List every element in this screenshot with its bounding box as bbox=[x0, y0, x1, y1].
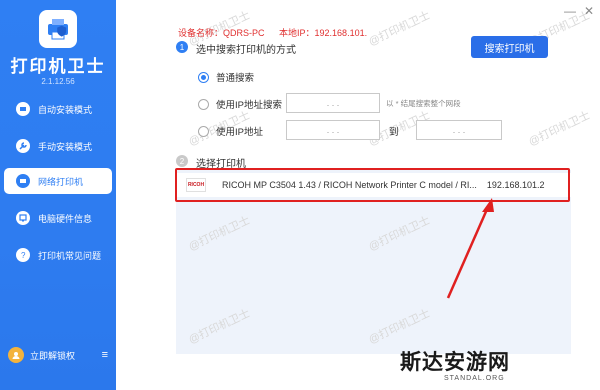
vip-label[interactable]: 立即解锁权 bbox=[30, 349, 75, 362]
brand-name: 斯达安游网 bbox=[400, 350, 510, 374]
sidebar-item-label: 网络打印机 bbox=[38, 176, 84, 187]
sidebar-item-hardware-info[interactable]: 电脑硬件信息 bbox=[4, 205, 112, 231]
sidebar-item-label: 自动安装模式 bbox=[38, 104, 93, 115]
sidebar-item-faq[interactable]: ? 打印机常见问题 bbox=[4, 242, 112, 268]
sidebar-item-label: 打印机常见问题 bbox=[38, 250, 102, 261]
sidebar-item-auto-install[interactable]: 自动安装模式 bbox=[4, 96, 112, 122]
range-to-label: 到 bbox=[389, 127, 399, 138]
brand-url: STANDAL.ORG bbox=[444, 375, 505, 382]
close-button[interactable]: ✕ bbox=[584, 4, 594, 18]
radio-ip-range[interactable]: 使用IP地址 bbox=[198, 124, 263, 138]
minimize-button[interactable]: — bbox=[564, 4, 576, 18]
sidebar-item-label: 电脑硬件信息 bbox=[38, 213, 93, 224]
radio-normal-search[interactable]: 普通搜索 bbox=[198, 70, 254, 84]
radio-label: 使用IP地址 bbox=[216, 127, 263, 138]
radio-label: 普通搜索 bbox=[216, 73, 255, 84]
sidebar-item-manual-install[interactable]: 手动安装模式 bbox=[4, 133, 112, 159]
ip-range-end-input[interactable]: . . . bbox=[416, 120, 502, 140]
ip-dots: . . . bbox=[326, 125, 340, 135]
radio-label: 使用IP地址搜索 bbox=[216, 100, 282, 111]
sidebar-item-label: 手动安装模式 bbox=[38, 141, 93, 152]
step-2-badge: 2 bbox=[176, 155, 188, 167]
radio-button[interactable] bbox=[198, 98, 209, 110]
device-name: 设备名称：QDRS-PC bbox=[178, 28, 265, 38]
ip-range-start-input[interactable]: . . . bbox=[286, 120, 380, 140]
step-1-label: 选中搜索打印机的方式 bbox=[196, 45, 296, 56]
ip-search-input[interactable]: . . . bbox=[286, 93, 380, 113]
radio-button[interactable] bbox=[198, 71, 209, 83]
radio-button[interactable] bbox=[198, 125, 209, 137]
radio-ip-search[interactable]: 使用IP地址搜索 bbox=[198, 97, 282, 111]
watermark: @打印机卫士 bbox=[526, 109, 593, 149]
app-title: 打印机卫士 bbox=[10, 57, 106, 76]
highlight-box bbox=[175, 168, 570, 202]
menu-icon[interactable]: ≡ bbox=[102, 349, 108, 361]
app-version: 2.1.12.56 bbox=[41, 77, 75, 86]
main-content: @打印机卫士 @打印机卫士 @打印机卫士 @打印机卫士 @打印机卫士 @打印机卫… bbox=[116, 0, 600, 390]
ip-dots: . . . bbox=[326, 98, 340, 108]
hardware-info-icon bbox=[16, 211, 30, 225]
vip-bar[interactable]: 立即解锁权 ≡ bbox=[8, 346, 108, 364]
auto-install-icon bbox=[16, 102, 30, 116]
printer-shield-icon bbox=[48, 19, 68, 40]
svg-text:?: ? bbox=[21, 251, 26, 260]
device-info: 设备名称：QDRS-PC 本地IP：192.168.101. bbox=[178, 26, 379, 39]
sidebar: 打印机卫士 2.1.12.56 自动安装模式 手动安装模式 网络打印机 电脑硬件… bbox=[0, 0, 116, 390]
avatar bbox=[8, 347, 24, 363]
app-logo bbox=[39, 10, 77, 48]
search-printer-button[interactable]: 搜索打印机 bbox=[471, 36, 548, 58]
wrench-icon bbox=[16, 139, 30, 153]
ip-dots: . . . bbox=[452, 125, 466, 135]
help-icon: ? bbox=[16, 248, 30, 262]
network-printer-icon bbox=[16, 174, 30, 188]
search-hint: 以 * 结尾搜索整个网段 bbox=[386, 99, 461, 108]
sidebar-item-network-printer[interactable]: 网络打印机 bbox=[4, 168, 112, 194]
local-ip: 本地IP：192.168.101. bbox=[279, 28, 368, 38]
step-1-badge: 1 bbox=[176, 41, 188, 53]
